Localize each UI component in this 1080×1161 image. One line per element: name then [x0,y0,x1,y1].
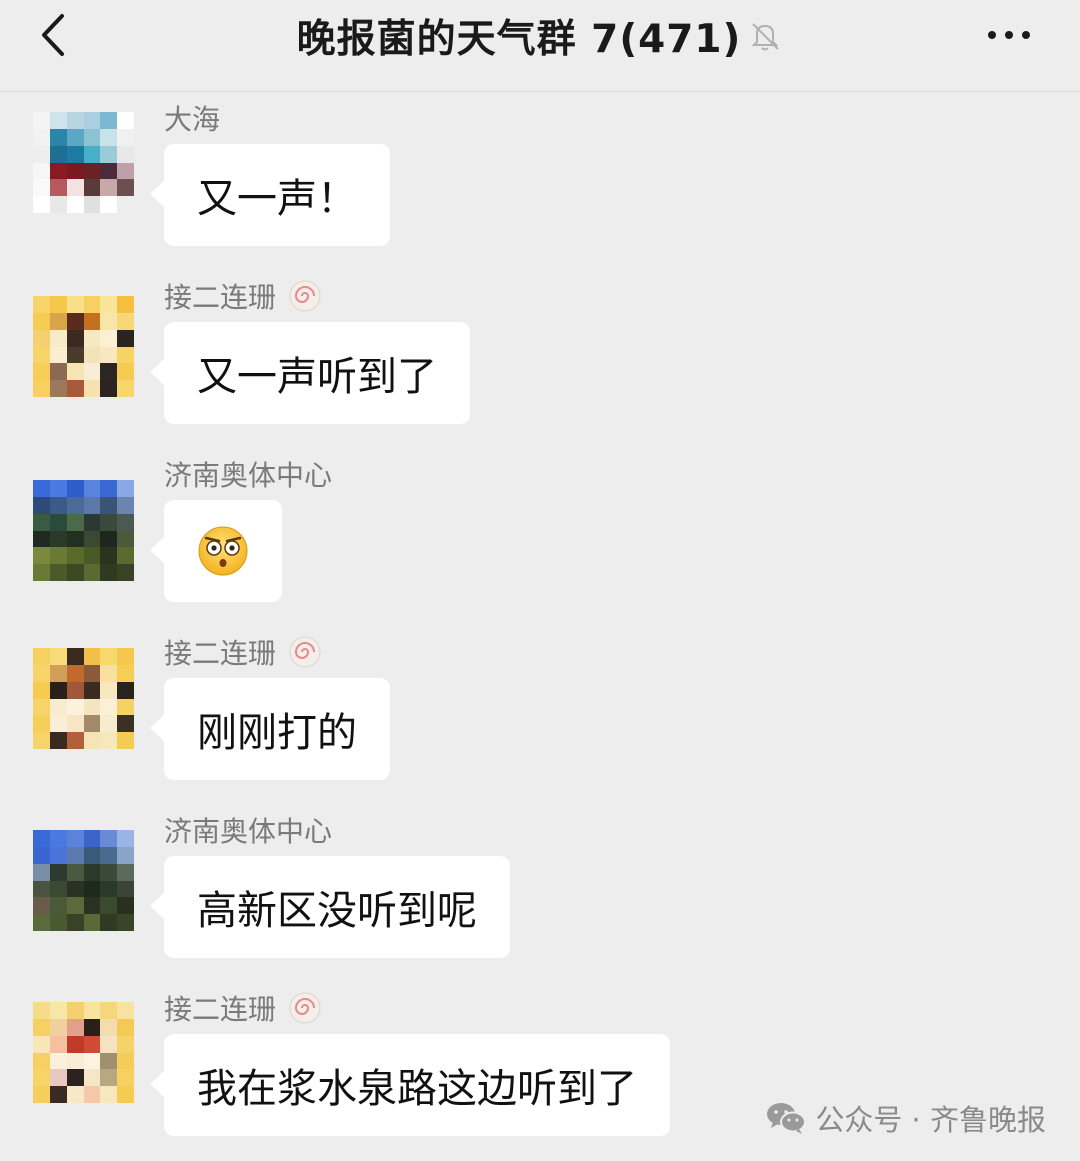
sender-name: 接二连珊 [164,990,322,1026]
sender-name-text: 接二连珊 [164,637,277,670]
sender-name: 济南奥体中心 [164,815,333,848]
wechat-icon [767,1103,807,1134]
lollipop-badge-icon [289,636,321,668]
sender-name: 接二连珊 [164,278,322,314]
lollipop-badge-icon [289,992,321,1024]
more-dots-icon[interactable] [984,18,1034,52]
message-bubble[interactable] [150,500,282,602]
watermark: 公众号 · 齐鲁晚报 [765,1096,1046,1140]
sender-name: 济南奥体中心 [164,459,333,492]
avatar[interactable] [33,830,134,931]
message-bubble[interactable]: 我在浆水泉路这边听到了 [150,1034,670,1136]
avatar[interactable] [33,1002,134,1103]
lollipop-badge-icon [289,280,321,312]
message-bubble[interactable]: 刚刚打的 [150,678,390,780]
avatar[interactable] [33,648,134,749]
message-bubble[interactable]: 又一声！ [150,144,390,246]
message-bubble[interactable]: 高新区没听到呢 [150,856,510,958]
message-bubble[interactable]: 又一声听到了 [150,322,470,424]
sender-name-text: 接二连珊 [164,281,277,314]
avatar[interactable] [33,296,134,397]
chat-header: 晚报菌的天气群 7(471) [0,0,1080,92]
chat-title[interactable]: 晚报菌的天气群 7(471) [297,8,742,64]
avatar[interactable] [33,112,134,213]
shocked-face-emoji [198,526,248,576]
bell-muted-icon [751,23,780,51]
sender-name: 接二连珊 [164,634,322,670]
sender-name-text: 接二连珊 [164,993,277,1026]
avatar[interactable] [33,480,134,581]
sender-name: 大海 [164,103,221,136]
watermark-text: 公众号 · 齐鲁晚报 [815,1103,1046,1137]
